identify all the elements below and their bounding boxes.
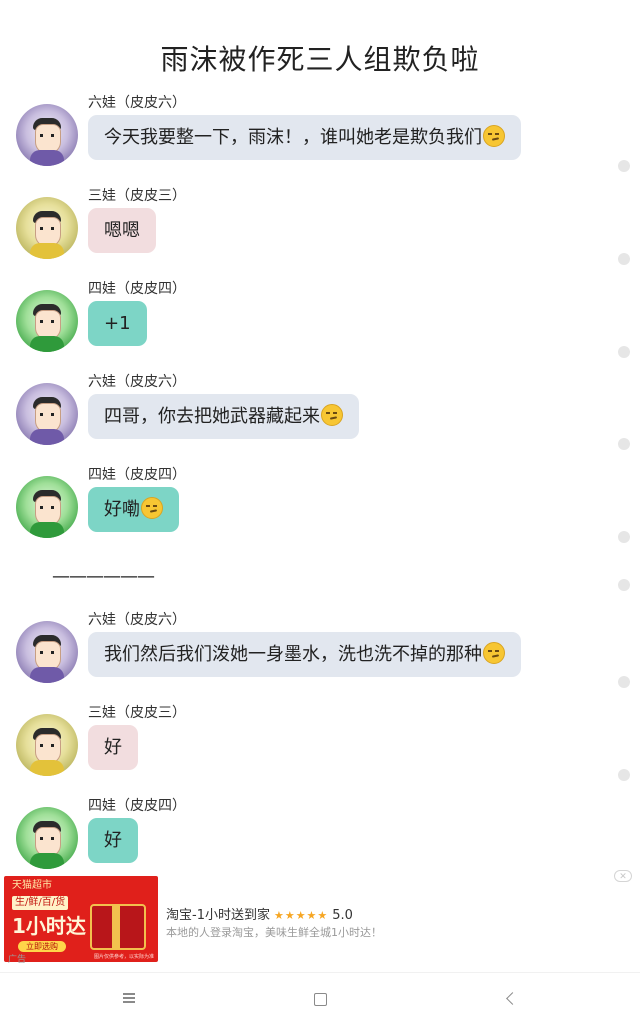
avatar[interactable] [16, 476, 78, 538]
ad-label: 广告 [8, 955, 27, 965]
message-row: 六娃（皮皮六） 今天我要整一下，雨沫！，谁叫她老是欺负我们 [16, 95, 616, 180]
sender-name: 三娃（皮皮三） [88, 705, 186, 721]
ad-headline: 1小时达 [12, 914, 86, 938]
message-row: 三娃（皮皮三） 好 [16, 705, 616, 790]
avatar[interactable] [16, 621, 78, 683]
scroll-marker [618, 579, 630, 591]
sender-name: 四娃（皮皮四） [88, 281, 186, 297]
avatar[interactable] [16, 290, 78, 352]
sender-name: 四娃（皮皮四） [88, 798, 186, 814]
ad-cta-button[interactable]: 立即选购 [18, 941, 66, 952]
sender-name: 三娃（皮皮三） [88, 188, 186, 204]
avatar[interactable] [16, 714, 78, 776]
menu-icon[interactable] [118, 987, 142, 1011]
message-text: 好 [104, 830, 122, 851]
avatar[interactable] [16, 807, 78, 869]
avatar[interactable] [16, 104, 78, 166]
rating-stars-icon: ★★★★★ [273, 909, 329, 922]
home-icon[interactable] [308, 987, 332, 1011]
message-row: 四娃（皮皮四） 好嘞 [16, 467, 616, 552]
message-text: 好嘞 [104, 499, 140, 520]
message-row: 三娃（皮皮三） 嗯嗯 [16, 188, 616, 273]
scroll-marker [618, 160, 630, 172]
scroll-marker [618, 346, 630, 358]
sender-name: 六娃（皮皮六） [88, 612, 186, 628]
avatar[interactable] [16, 383, 78, 445]
ad-title-text: 淘宝-1小时送到家 [166, 908, 270, 923]
message-bubble[interactable]: +1 [88, 301, 147, 346]
message-row: 六娃（皮皮六） 四哥，你去把她武器藏起来 [16, 374, 616, 459]
message-bubble[interactable]: 今天我要整一下，雨沫！，谁叫她老是欺负我们 [88, 115, 521, 160]
message-bubble[interactable]: 我们然后我们泼她一身墨水，洗也洗不掉的那种 [88, 632, 521, 677]
ad-rating: 5.0 [332, 908, 353, 923]
smirk-emoji-icon [141, 497, 163, 519]
message-text: 好 [104, 737, 122, 758]
sender-name: 六娃（皮皮六） [88, 95, 186, 111]
sender-name: 六娃（皮皮六） [88, 374, 186, 390]
smirk-emoji-icon [483, 125, 505, 147]
scroll-marker [618, 676, 630, 688]
back-icon[interactable] [500, 987, 524, 1011]
close-icon[interactable]: ✕ [614, 870, 632, 882]
ad-brand-text: 天猫超市 [12, 880, 52, 891]
message-row: 六娃（皮皮六） 我们然后我们泼她一身墨水，洗也洗不掉的那种 [16, 612, 616, 697]
message-text: 嗯嗯 [104, 220, 140, 241]
message-bubble[interactable]: 嗯嗯 [88, 208, 156, 253]
ad-title[interactable]: 淘宝-1小时送到家 ★★★★★ 5.0 [166, 904, 353, 923]
scroll-marker [618, 531, 630, 543]
message-bubble[interactable]: 四哥，你去把她武器藏起来 [88, 394, 359, 439]
ad-description: 本地的人登录淘宝，美味生鲜全城1小时达！ [166, 926, 382, 939]
message-row: 四娃（皮皮四） +1 [16, 281, 616, 366]
smirk-emoji-icon [321, 404, 343, 426]
ad-banner[interactable]: 天猫超市 生/鲜/百/货 1小时达 立即选购 图片仅供参考，以实际为准 广告 淘… [0, 870, 640, 968]
smirk-emoji-icon [483, 642, 505, 664]
gift-box-icon [90, 904, 146, 950]
message-text: 我们然后我们泼她一身墨水，洗也洗不掉的那种 [104, 644, 482, 665]
ad-category-chip: 生/鲜/百/货 [12, 896, 69, 910]
message-bubble[interactable]: 好 [88, 818, 138, 863]
avatar[interactable] [16, 197, 78, 259]
page-title: 雨沫被作死三人组欺负啦 [160, 43, 480, 76]
ad-disclaimer: 图片仅供参考，以实际为准 [93, 954, 154, 960]
sender-name: 四娃（皮皮四） [88, 467, 186, 483]
separator-line: —————— [52, 566, 155, 587]
message-bubble[interactable]: 好嘞 [88, 487, 179, 532]
system-navbar [0, 972, 640, 1025]
message-text: 四哥，你去把她武器藏起来 [104, 406, 320, 427]
scroll-marker [618, 769, 630, 781]
scroll-marker [618, 253, 630, 265]
message-text: +1 [104, 313, 131, 334]
scroll-marker [618, 438, 630, 450]
ad-image[interactable]: 天猫超市 生/鲜/百/货 1小时达 立即选购 图片仅供参考，以实际为准 [4, 876, 158, 962]
message-bubble[interactable]: 好 [88, 725, 138, 770]
message-text: 今天我要整一下，雨沫！，谁叫她老是欺负我们 [104, 127, 482, 148]
